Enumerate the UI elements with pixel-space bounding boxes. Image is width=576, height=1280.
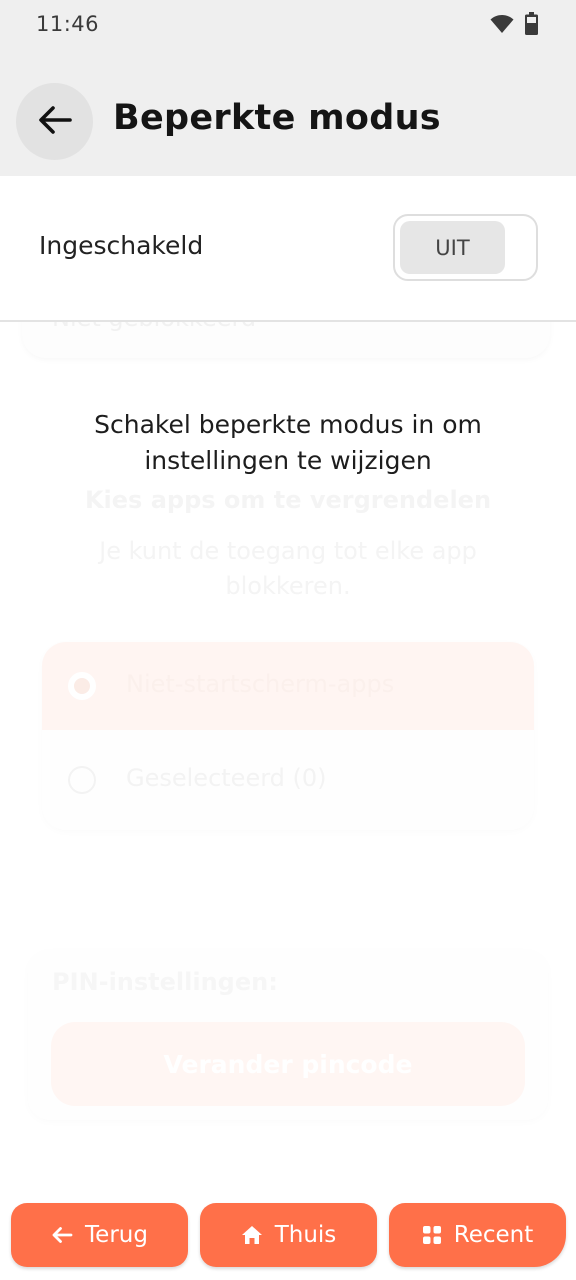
option-label: Niet-startscherm-apps <box>126 670 395 698</box>
screen: 11:46 Beperkte modus Ingeschakeld UIT Ni… <box>0 0 576 1280</box>
toggle-label: Ingeschakeld <box>39 231 204 260</box>
wifi-icon <box>490 14 514 34</box>
nav-recent-label: Recent <box>453 1222 534 1248</box>
radio-selected <box>68 672 96 700</box>
app-selection-options: Niet-startscherm-apps Geselecteerd (0) <box>42 642 534 830</box>
status-bar: 11:46 <box>0 0 576 52</box>
radio-unselected <box>68 766 96 794</box>
nav-home-label: Thuis <box>274 1222 337 1248</box>
battery-icon <box>525 12 538 35</box>
pin-settings-label: PIN-instellingen: <box>52 968 278 996</box>
option-label: Geselecteerd (0) <box>126 764 327 792</box>
nav-back-label: Terug <box>85 1222 148 1248</box>
change-pin-button: Verander pincode <box>51 1022 525 1106</box>
lock-apps-description: Je kunt de toegang tot elke app blokkere… <box>99 537 477 600</box>
grid-icon <box>422 1225 442 1245</box>
arrow-left-icon <box>51 1226 73 1244</box>
app-bar: Beperkte modus <box>0 52 576 176</box>
nav-home-button[interactable]: Thuis <box>200 1203 377 1267</box>
status-time: 11:46 <box>36 12 100 36</box>
enable-restricted-mode-message: Schakel beperkte modus in om instellinge… <box>94 410 482 475</box>
nav-back-button[interactable]: Terug <box>11 1203 188 1267</box>
page-title: Beperkte modus <box>113 98 441 138</box>
back-button[interactable] <box>16 83 93 160</box>
restricted-mode-toggle-row: Ingeschakeld UIT <box>0 176 576 322</box>
toggle-knob: UIT <box>400 221 505 274</box>
bottom-navigation: Terug Thuis Recent <box>0 1203 576 1267</box>
pin-settings-card: PIN-instellingen: Verander pincode <box>28 950 548 1120</box>
disabled-card-text: Niet geblokkeerd <box>52 322 256 332</box>
nav-recent-button[interactable]: Recent <box>389 1203 566 1267</box>
home-icon <box>241 1225 263 1245</box>
lock-apps-heading: Kies apps om te vergrendelen <box>84 486 492 514</box>
restricted-mode-toggle[interactable]: UIT <box>393 214 538 281</box>
arrow-left-icon <box>38 105 72 139</box>
